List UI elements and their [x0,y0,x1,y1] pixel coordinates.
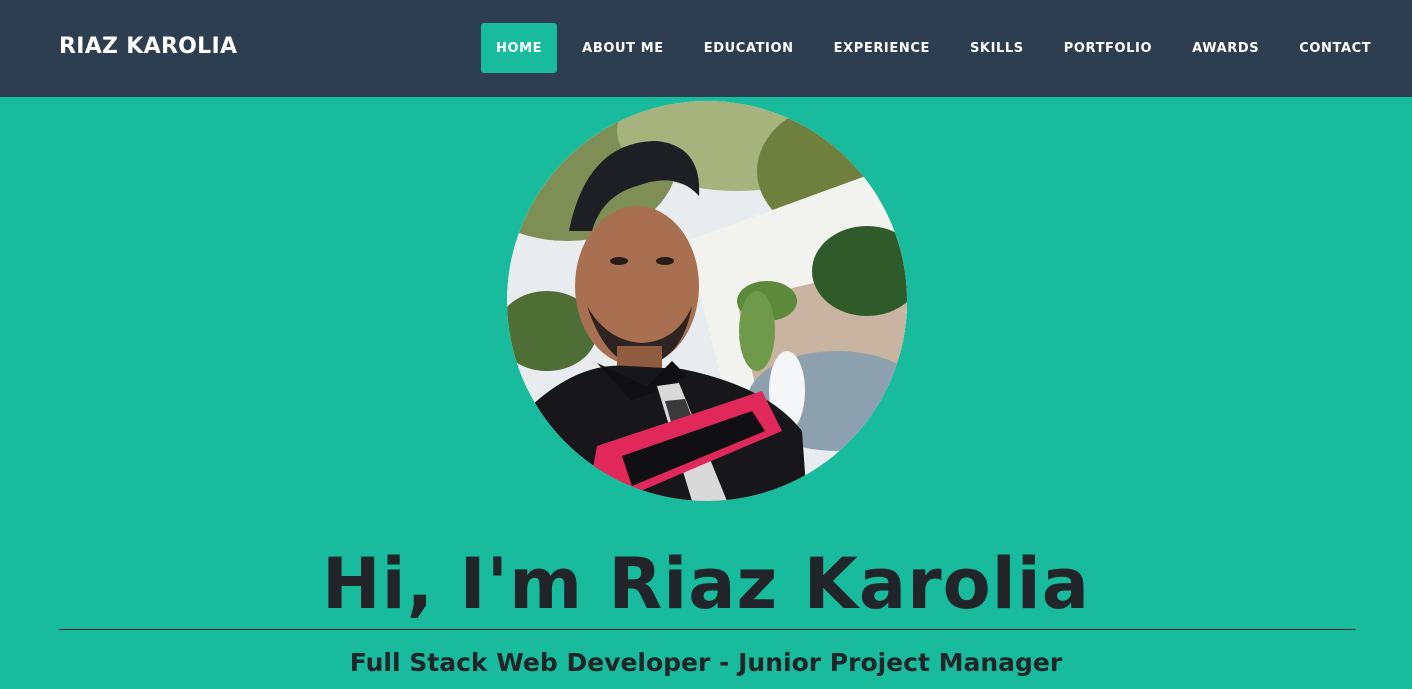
nav-item-portfolio[interactable]: PORTFOLIO [1049,23,1167,73]
hero-subtitle: Full Stack Web Developer - Junior Projec… [349,648,1063,677]
nav-item-contact[interactable]: CONTACT [1284,23,1386,73]
nav-item-education[interactable]: EDUCATION [689,23,809,73]
nav-item-experience[interactable]: EXPERIENCE [819,23,945,73]
nav-item-home[interactable]: HOME [481,23,558,73]
hero-divider [59,629,1355,630]
nav-item-skills[interactable]: SKILLS [955,23,1039,73]
main-nav: HOME ABOUT ME EDUCATION EXPERIENCE SKILL… [481,23,1386,73]
nav-item-about-me[interactable]: ABOUT ME [567,23,679,73]
brand-logo[interactable]: RIAZ KAROLIA [59,32,237,62]
hero-section: Hi, I'm Riaz Karolia Full Stack Web Deve… [0,97,1412,689]
profile-photo [507,101,907,501]
navbar: RIAZ KAROLIA HOME ABOUT ME EDUCATION EXP… [0,0,1412,97]
nav-item-awards[interactable]: AWARDS [1177,23,1274,73]
hero-title: Hi, I'm Riaz Karolia [322,543,1090,625]
